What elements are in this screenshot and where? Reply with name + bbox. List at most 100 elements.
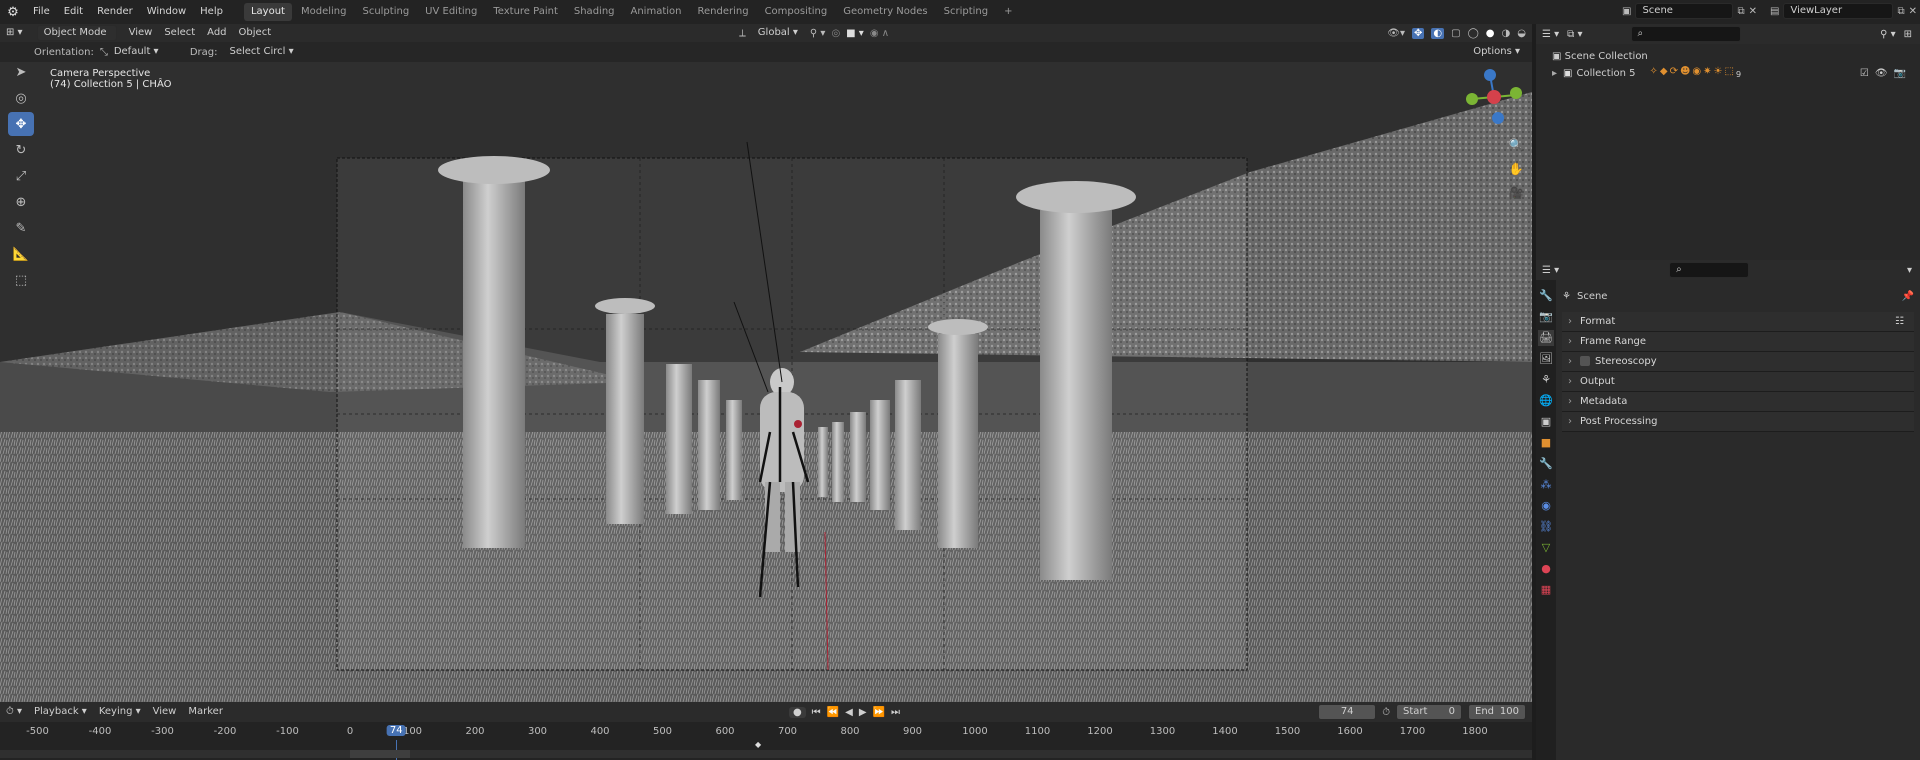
timeline-menu-view[interactable]: View (147, 703, 183, 721)
timeline-editor-type-button[interactable]: ⏱ ▾ (0, 703, 28, 721)
gizmo-toggle-icon[interactable]: ✥ (1412, 27, 1425, 39)
play-reverse-icon[interactable]: ◀ (845, 707, 853, 718)
transform-orientation-dropdown[interactable]: Global ▾ (752, 24, 804, 42)
wireframe-shading-icon[interactable]: ◯ (1468, 28, 1479, 39)
collection-row[interactable]: ▸ ▣ Collection 5 ✧◆⟳☻◉✷☀⬚9 ☑👁📷 (1552, 64, 1920, 82)
add-workspace-button[interactable]: + (997, 3, 1019, 21)
expand-arrow-icon[interactable]: ▸ (1552, 66, 1557, 81)
tab-shading[interactable]: Shading (567, 3, 622, 21)
new-scene-icon[interactable]: ⧉ (1737, 6, 1744, 17)
tab-compositing[interactable]: Compositing (758, 3, 835, 21)
play-icon[interactable]: ▶ (859, 707, 867, 718)
3d-viewport[interactable]: Camera Perspective (74) Collection 5 | C… (0, 62, 1532, 702)
particles-tab-icon[interactable]: ⁂ (1538, 477, 1554, 493)
new-viewlayer-icon[interactable]: ⧉ (1897, 6, 1904, 17)
render-tab-icon[interactable]: 📷 (1538, 309, 1554, 325)
properties-menu-icon[interactable]: ▾ (1907, 265, 1912, 276)
tab-modeling[interactable]: Modeling (294, 3, 354, 21)
select-tool-icon[interactable]: ➤ (8, 62, 34, 84)
timeline-scrollbar[interactable] (0, 750, 1532, 758)
filter-icon[interactable]: ⚲ ▾ (1880, 29, 1896, 40)
tab-rendering[interactable]: Rendering (690, 3, 755, 21)
constraints-tab-icon[interactable]: ⛓ (1538, 519, 1554, 535)
tab-animation[interactable]: Animation (624, 3, 689, 21)
pan-hand-icon[interactable]: ✋ (1505, 158, 1527, 180)
record-icon[interactable]: ● (788, 706, 806, 718)
overlays-icon[interactable]: ◐ (1431, 27, 1445, 39)
jump-key-forward-icon[interactable]: ⏩ (873, 707, 885, 718)
scene-tab-icon[interactable]: ⚘ (1538, 372, 1554, 388)
stereoscopy-checkbox[interactable] (1580, 356, 1590, 366)
properties-search-input[interactable]: ⌕ (1669, 262, 1750, 278)
pivot-icon[interactable]: ⚲ ▾ (810, 28, 826, 39)
menu-render[interactable]: Render (90, 0, 140, 24)
transform-tool-icon[interactable]: ⊕ (8, 190, 34, 214)
outliner-editor-type-icon[interactable]: ☰ ▾ (1542, 29, 1559, 40)
menu-edit[interactable]: Edit (57, 0, 90, 24)
current-frame-field[interactable]: 74 (1318, 704, 1377, 720)
tab-geometry-nodes[interactable]: Geometry Nodes (836, 3, 934, 21)
camera-view-icon[interactable]: 🎥 (1505, 182, 1527, 204)
scale-tool-icon[interactable]: ⤢ (8, 164, 34, 188)
timeline-menu-keying[interactable]: Keying ▾ (93, 703, 147, 721)
object-tab-icon[interactable]: ■ (1538, 435, 1554, 451)
annotate-tool-icon[interactable]: ✎ (8, 216, 34, 240)
panel-frame-range[interactable]: › Frame Range (1562, 332, 1914, 352)
mode-dropdown[interactable]: Object Mode ▾ (36, 25, 117, 52)
material-shading-icon[interactable]: ◑ (1502, 28, 1511, 39)
tab-texture-paint[interactable]: Texture Paint (486, 3, 565, 21)
keyframe-icon[interactable]: ◆ (755, 740, 761, 749)
add-cube-tool-icon[interactable]: ⬚ (8, 268, 34, 292)
viewport-menu-view[interactable]: View (123, 24, 159, 42)
menu-help[interactable]: Help (193, 0, 230, 24)
view-layer-tab-icon[interactable]: 🖼 (1538, 351, 1554, 367)
output-tab-icon[interactable]: 🖨 (1538, 330, 1554, 346)
start-frame-field[interactable]: Start 0 (1396, 704, 1462, 720)
viewport-menu-add[interactable]: Add (201, 24, 232, 42)
rendered-shading-icon[interactable]: ◒ (1517, 28, 1526, 39)
viewport-menu-object[interactable]: Object (233, 24, 278, 42)
orientation-dropdown[interactable]: Default ▾ (108, 43, 180, 61)
scene-collection-row[interactable]: ▣ Scene Collection (1552, 49, 1920, 64)
snap-icon[interactable]: ◎ (831, 28, 840, 39)
end-frame-field[interactable]: End 100 (1468, 704, 1526, 720)
panel-format[interactable]: › Format ☷ (1562, 312, 1914, 332)
proportional-edit-icon[interactable]: ◉ ∧ (870, 28, 889, 39)
tab-layout[interactable]: Layout (243, 3, 292, 21)
timeline-menu-playback[interactable]: Playback ▾ (28, 703, 93, 721)
cursor-tool-icon[interactable]: ◎ (8, 86, 34, 110)
material-tab-icon[interactable]: ● (1538, 561, 1554, 577)
stopwatch-icon[interactable]: ⏱ (1382, 707, 1390, 718)
panel-stereoscopy[interactable]: › Stereoscopy (1562, 352, 1914, 372)
pin-icon[interactable]: 📌 (1902, 291, 1914, 302)
timeline-menu-marker[interactable]: Marker (182, 703, 229, 721)
timeline-ruler[interactable]: -500 -400 -300 -200 -100 0 100 200 300 400 500 600 7… (0, 725, 1532, 760)
zoom-icon[interactable]: 🔍 (1505, 134, 1527, 156)
jump-key-back-icon[interactable]: ⏪ (827, 707, 839, 718)
rotate-tool-icon[interactable]: ↻ (8, 138, 34, 162)
visibility-icon[interactable]: 👁▾ (1387, 28, 1405, 39)
blender-logo-icon[interactable]: ⚙ (0, 5, 26, 20)
playhead-frame-badge[interactable]: 74 (386, 725, 406, 736)
editor-type-button[interactable]: ⊞ ▾ (0, 24, 29, 42)
viewlayer-icon[interactable]: ▤ (1770, 6, 1779, 17)
panel-metadata[interactable]: › Metadata (1562, 392, 1914, 412)
options-dropdown[interactable]: Options ▾ (1467, 43, 1526, 61)
move-tool-icon[interactable]: ✥ (8, 112, 34, 136)
collection-tab-icon[interactable]: ▣ (1538, 414, 1554, 430)
new-collection-icon[interactable]: ⊞ (1904, 29, 1912, 40)
scene-icon[interactable]: ▣ (1622, 6, 1631, 17)
delete-viewlayer-icon[interactable]: ✕ (1909, 6, 1917, 17)
snap-target-icon[interactable]: ■ ▾ (846, 28, 864, 39)
modifier-tab-icon[interactable]: 🔧 (1538, 456, 1554, 472)
data-tab-icon[interactable]: ▽ (1538, 540, 1554, 556)
jump-end-icon[interactable]: ⏭ (891, 707, 900, 718)
texture-tab-icon[interactable]: ▦ (1538, 582, 1554, 598)
scene-field[interactable]: Scene (1635, 3, 1734, 19)
solid-shading-icon[interactable]: ● (1486, 28, 1495, 39)
navigation-gizmo[interactable] (1458, 62, 1528, 132)
viewlayer-field[interactable]: ViewLayer (1783, 3, 1894, 19)
world-tab-icon[interactable]: 🌐 (1538, 393, 1554, 409)
jump-start-icon[interactable]: ⏮ (812, 707, 821, 718)
viewport-menu-select[interactable]: Select (158, 24, 201, 42)
